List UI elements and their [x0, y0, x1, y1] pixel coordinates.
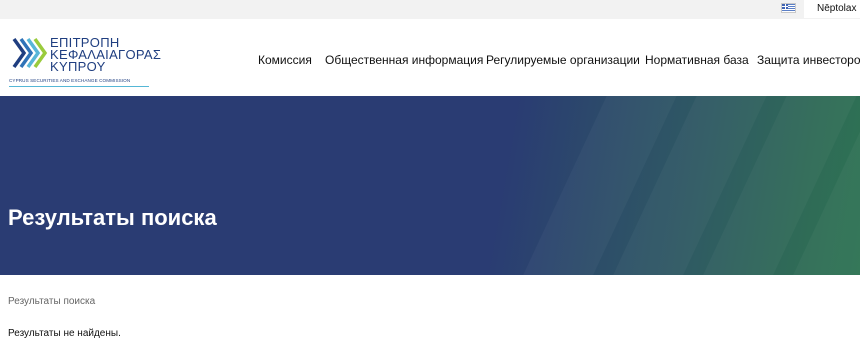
- nav-item-public-information[interactable]: Общественная информация: [325, 53, 483, 67]
- nav-item-legal-framework[interactable]: Нормативная база: [645, 53, 749, 67]
- nav-item-regulated-entities[interactable]: Регулируемые организации: [486, 53, 640, 67]
- logo-chevrons-icon[interactable]: [8, 33, 48, 73]
- hero-banner: [0, 96, 860, 275]
- nav-item-commission[interactable]: Комиссия: [258, 53, 312, 67]
- breadcrumb: Результаты поиска: [8, 296, 96, 307]
- greek-flag-icon[interactable]: [781, 3, 796, 13]
- no-results-message: Результаты не найдены.: [8, 328, 121, 339]
- logo-line-3: ΚΥΠΡΟΥ: [50, 59, 106, 74]
- logo-subtitle: CYPRUS SECURITIES AND EXCHANGE COMMISSIO…: [9, 78, 131, 83]
- logo-text[interactable]: ΕΠΙΤΡΟΠΗ ΚΕΦΑΛΑΙΑΓΟΡΑΣ ΚΥΠΡΟΥ: [50, 36, 161, 74]
- nav-item-investor-protection[interactable]: Защита инвесторов: [757, 53, 860, 67]
- top-bar: Νēptolax: [0, 0, 860, 19]
- logo-underline: [9, 86, 149, 87]
- page-title: Результаты поиска: [8, 205, 217, 230]
- search-input[interactable]: Νēptolax: [804, 0, 860, 18]
